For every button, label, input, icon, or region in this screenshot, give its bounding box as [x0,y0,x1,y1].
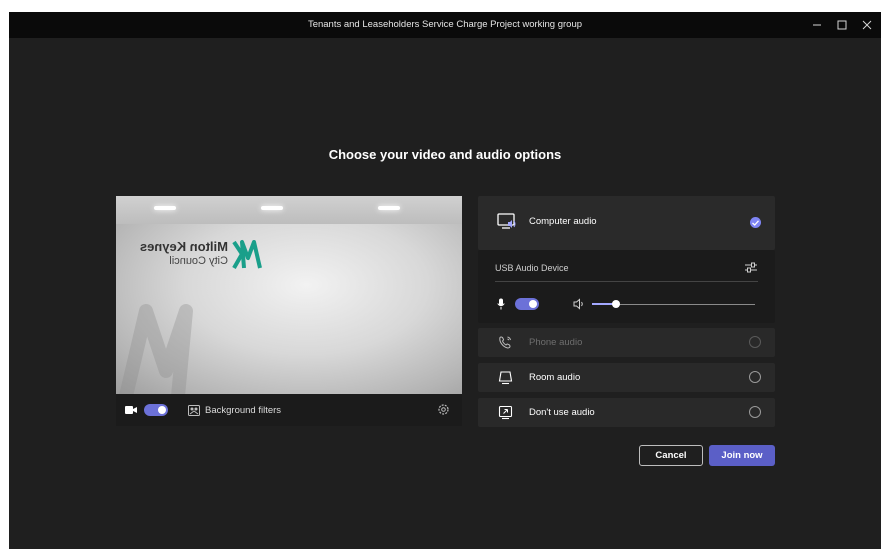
dont-use-audio-label: Don't use audio [529,407,595,418]
background-filters-icon [188,404,200,416]
audio-device-name[interactable]: USB Audio Device [495,263,569,273]
microphone-toggle[interactable] [515,298,539,310]
room-audio-radio[interactable] [749,371,761,383]
device-settings-gear-icon[interactable] [437,403,450,416]
cancel-button[interactable]: Cancel [639,445,703,466]
page-heading: Choose your video and audio options [328,147,562,162]
computer-audio-option[interactable]: Computer audio [478,196,775,250]
join-now-button[interactable]: Join now [709,445,775,466]
video-preview: Milton Keynes City Council [116,196,462,394]
background-filters-button[interactable]: Background filters [188,402,281,418]
close-icon[interactable] [858,16,876,34]
computer-audio-label: Computer audio [529,216,597,227]
no-audio-icon [498,405,513,420]
camera-icon[interactable] [125,405,137,415]
room-audio-option[interactable]: Room audio [478,363,775,392]
microphone-icon[interactable] [497,298,505,310]
maximize-icon[interactable] [833,16,851,34]
mk-logo-mark [232,240,262,269]
ceiling-light [154,206,176,210]
preview-ceiling [116,196,462,224]
logo-text-line1: Milton Keynes [139,239,228,254]
audio-device-settings: USB Audio Device [478,250,775,323]
phone-audio-label: Phone audio [529,337,583,348]
room-audio-label: Room audio [529,372,581,383]
ceiling-light [378,206,400,210]
dont-use-audio-radio[interactable] [749,406,761,418]
computer-audio-icon [497,213,516,229]
dont-use-audio-option[interactable]: Don't use audio [478,398,775,427]
speaker-volume-thumb[interactable] [612,300,620,308]
window-title: Tenants and Leaseholders Service Charge … [307,19,583,30]
mirrored-wall-logo: Milton Keynes City Council [116,236,266,276]
phone-audio-option[interactable]: Phone audio [478,328,775,357]
phone-audio-icon [499,336,511,349]
logo-text-line2: City Council [169,255,228,267]
minimize-icon[interactable] [808,16,826,34]
audio-settings-sliders-icon[interactable] [745,262,757,273]
phone-audio-radio[interactable] [749,336,761,348]
selected-check-icon [750,217,761,228]
video-controls-bar: Background filters [116,394,462,426]
divider [495,281,758,282]
ceiling-light [261,206,283,210]
wall-mk-watermark [119,304,193,394]
room-audio-icon [498,371,513,385]
speaker-icon[interactable] [573,298,585,310]
camera-toggle[interactable] [144,404,168,416]
background-filters-label: Background filters [205,404,282,416]
teams-prejoin-window: Tenants and Leaseholders Service Charge … [9,12,881,549]
title-bar: Tenants and Leaseholders Service Charge … [9,12,881,38]
